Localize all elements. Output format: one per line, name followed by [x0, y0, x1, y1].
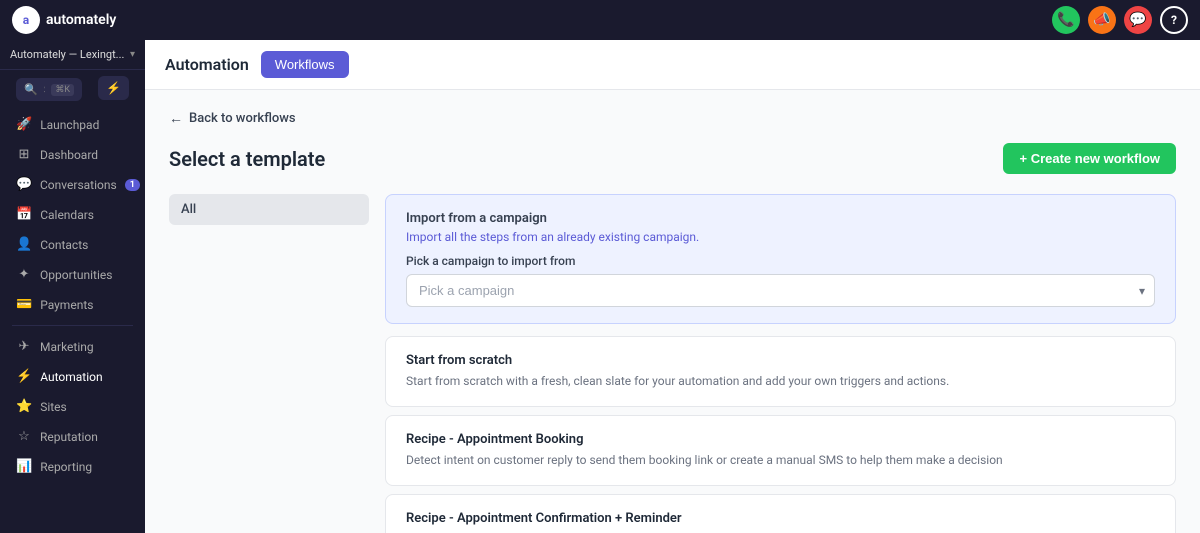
reputation-icon: ☆ — [16, 429, 32, 444]
main-layout: Automately — Lexingt... ▾ 🔍 ⌘K ⚡ 🚀 Launc… — [0, 40, 1200, 533]
sidebar-item-label: Marketing — [40, 340, 129, 354]
sidebar-nav: 🚀 Launchpad ⊞ Dashboard 💬 Conversations … — [0, 109, 145, 482]
template-item-appointment-booking[interactable]: Recipe - Appointment Booking Detect inte… — [385, 415, 1176, 486]
sidebar-item-conversations[interactable]: 💬 Conversations 1 — [4, 170, 141, 199]
sidebar-item-launchpad[interactable]: 🚀 Launchpad — [4, 110, 141, 139]
import-card-link[interactable]: Import all the steps from an already exi… — [406, 230, 1155, 244]
select-template-title: Select a template — [169, 147, 325, 171]
automation-icon: ⚡ — [16, 369, 32, 384]
lightning-button[interactable]: ⚡ — [98, 76, 129, 100]
campaign-select-wrapper: Pick a campaign ▾ — [406, 274, 1155, 307]
back-arrow-icon: ← — [169, 110, 183, 127]
conversations-badge: 1 — [125, 179, 140, 191]
sidebar-item-marketing[interactable]: ✈ Marketing — [4, 332, 141, 361]
tab-workflows[interactable]: Workflows — [261, 51, 349, 78]
contacts-icon: 👤 — [16, 237, 32, 252]
search-icon: 🔍 — [24, 83, 38, 96]
page-title: Automation — [165, 55, 249, 74]
sidebar-item-automation[interactable]: ⚡ Automation — [4, 362, 141, 391]
calendars-icon: 📅 — [16, 207, 32, 222]
sidebar-item-dashboard[interactable]: ⊞ Dashboard — [4, 140, 141, 169]
search-shortcut: ⌘K — [51, 84, 74, 96]
sidebar-item-opportunities[interactable]: ✦ Opportunities — [4, 260, 141, 289]
sidebar-item-label: Conversations — [40, 178, 117, 192]
template-item-scratch[interactable]: Start from scratch Start from scratch wi… — [385, 336, 1176, 407]
filter-item-all[interactable]: All — [169, 194, 369, 225]
back-link[interactable]: ← Back to workflows — [169, 110, 1176, 127]
sidebar: Automately — Lexingt... ▾ 🔍 ⌘K ⚡ 🚀 Launc… — [0, 40, 145, 533]
template-item-desc: Detect intent on customer reply to send … — [406, 451, 1155, 469]
sidebar-item-label: Sites — [40, 400, 129, 414]
campaign-select[interactable]: Pick a campaign — [406, 274, 1155, 307]
sidebar-item-label: Calendars — [40, 208, 129, 222]
create-workflow-button[interactable]: + Create new workflow — [1003, 143, 1176, 174]
page-content: ← Back to workflows Select a template + … — [145, 90, 1200, 533]
help-icon[interactable]: ? — [1160, 6, 1188, 34]
opportunities-icon: ✦ — [16, 267, 32, 282]
search-row: 🔍 ⌘K ⚡ — [8, 70, 137, 105]
back-link-label: Back to workflows — [189, 111, 296, 126]
conversations-icon: 💬 — [16, 177, 32, 192]
sites-icon: ⭐ — [16, 399, 32, 414]
nav-divider — [12, 325, 133, 326]
template-item-title: Recipe - Appointment Confirmation + Remi… — [406, 511, 1155, 526]
sidebar-item-label: Automation — [40, 370, 129, 384]
launchpad-icon: 🚀 — [16, 117, 32, 132]
sidebar-item-calendars[interactable]: 📅 Calendars — [4, 200, 141, 229]
sidebar-item-sites[interactable]: ⭐ Sites — [4, 392, 141, 421]
top-bar-icons: 📞 📣 💬 ? — [1052, 6, 1188, 34]
template-item-title: Recipe - Appointment Booking — [406, 432, 1155, 447]
page-header: Automation Workflows — [145, 40, 1200, 90]
template-list: Import from a campaign Import all the st… — [385, 194, 1176, 533]
sidebar-item-label: Opportunities — [40, 268, 129, 282]
template-item-title: Start from scratch — [406, 353, 1155, 368]
dashboard-icon: ⊞ — [16, 147, 32, 162]
logo-icon: a — [12, 6, 40, 34]
chat-icon[interactable]: 💬 — [1124, 6, 1152, 34]
content-area: Automation Workflows ← Back to workflows… — [145, 40, 1200, 533]
sidebar-item-contacts[interactable]: 👤 Contacts — [4, 230, 141, 259]
payments-icon: 💳 — [16, 297, 32, 312]
template-header: Select a template + Create new workflow — [169, 143, 1176, 174]
pick-campaign-label: Pick a campaign to import from — [406, 254, 1155, 268]
import-campaign-card: Import from a campaign Import all the st… — [385, 194, 1176, 324]
template-item-appointment-confirmation[interactable]: Recipe - Appointment Confirmation + Remi… — [385, 494, 1176, 533]
sidebar-item-reporting[interactable]: 📊 Reporting — [4, 452, 141, 481]
sidebar-item-label: Launchpad — [40, 118, 129, 132]
workspace-chevron-icon: ▾ — [130, 49, 135, 60]
search-box[interactable]: 🔍 ⌘K — [16, 78, 82, 101]
sidebar-item-payments[interactable]: 💳 Payments — [4, 290, 141, 319]
import-card-title: Import from a campaign — [406, 211, 1155, 226]
logo-text: automately — [46, 12, 116, 28]
phone-icon[interactable]: 📞 — [1052, 6, 1080, 34]
workspace-selector[interactable]: Automately — Lexingt... ▾ — [0, 40, 145, 70]
top-bar: a automately 📞 📣 💬 ? — [0, 0, 1200, 40]
megaphone-icon[interactable]: 📣 — [1088, 6, 1116, 34]
sidebar-item-label: Payments — [40, 298, 129, 312]
workspace-name: Automately — Lexingt... — [10, 48, 124, 61]
template-layout: All Import from a campaign Import all th… — [169, 194, 1176, 533]
logo: a automately — [12, 6, 116, 34]
search-input[interactable] — [44, 84, 46, 96]
sidebar-item-reputation[interactable]: ☆ Reputation — [4, 422, 141, 451]
sidebar-item-label: Reputation — [40, 430, 129, 444]
sidebar-item-label: Dashboard — [40, 148, 129, 162]
sidebar-item-label: Contacts — [40, 238, 129, 252]
filter-panel: All — [169, 194, 369, 533]
template-item-desc: Start from scratch with a fresh, clean s… — [406, 372, 1155, 390]
reporting-icon: 📊 — [16, 459, 32, 474]
sidebar-item-label: Reporting — [40, 460, 129, 474]
marketing-icon: ✈ — [16, 339, 32, 354]
